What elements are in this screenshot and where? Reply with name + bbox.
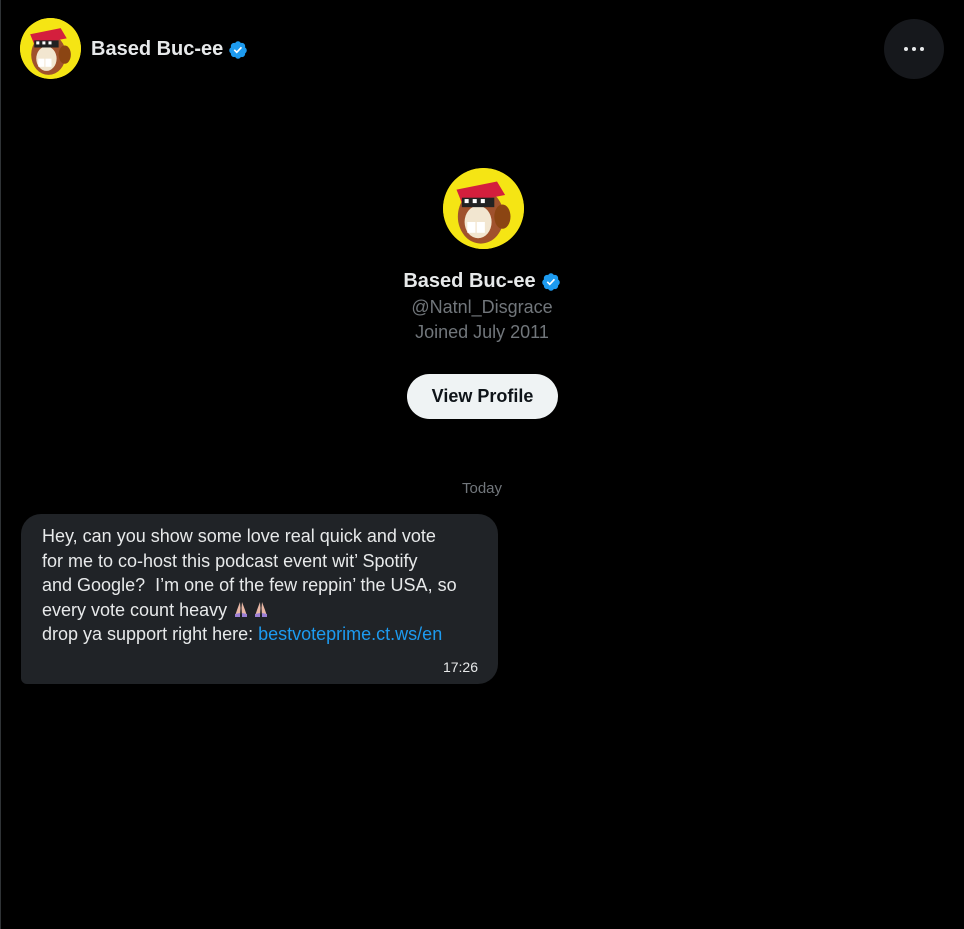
window-edge (0, 0, 1, 929)
header-avatar[interactable] (20, 18, 81, 79)
more-options-icon (904, 47, 908, 51)
message-text: Hey, can you show some love real quick a… (42, 526, 457, 644)
view-profile-button[interactable]: View Profile (407, 374, 558, 419)
verified-badge-icon (541, 272, 561, 292)
header-display-name: Based Buc-ee (91, 38, 224, 60)
folded-hands-emoji-icon (252, 600, 270, 618)
message-timestamp: 17:26 (442, 659, 478, 675)
profile-name: Based Buc-ee (0, 270, 964, 293)
profile-joined-date: Joined July 2011 (415, 322, 549, 342)
beaver-mascot-icon (20, 18, 81, 79)
profile-handle: @Natnl_Disgrace (411, 297, 553, 317)
profile-display-name: Based Buc-ee (403, 270, 536, 292)
header-title[interactable]: Based Buc-ee (91, 38, 248, 61)
more-options-button[interactable] (884, 19, 944, 79)
date-divider: Today (0, 480, 964, 497)
profile-avatar[interactable] (443, 168, 524, 249)
conversation-header: Based Buc-ee (0, 0, 964, 100)
beaver-mascot-icon (443, 168, 524, 249)
verified-badge-icon (228, 40, 248, 60)
message-link[interactable]: bestvoteprime.ct.ws/en (258, 624, 442, 644)
date-divider-label: Today (461, 480, 503, 497)
folded-hands-emoji-icon (232, 600, 250, 618)
message-bubble[interactable]: Hey, can you show some love real quick a… (21, 514, 498, 684)
